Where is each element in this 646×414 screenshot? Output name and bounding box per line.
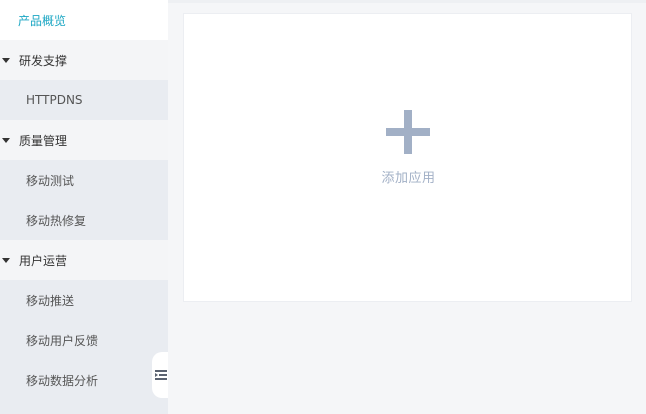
sidebar-item-mobile-hotfix[interactable]: 移动热修复 [0, 200, 168, 240]
sidebar-item-mobile-analytics[interactable]: 移动数据分析 [0, 360, 168, 400]
sidebar-item-label: 移动热修复 [26, 213, 87, 228]
sidebar-item-label: 移动用户反馈 [26, 333, 99, 348]
menu-collapse-icon [155, 370, 167, 380]
main-content: 添加应用 [168, 0, 646, 414]
sidebar-item-label: 移动数据分析 [26, 373, 99, 388]
caret-down-icon [2, 57, 10, 63]
sidebar-item-httpdns[interactable]: HTTPDNS [0, 80, 168, 120]
top-divider [168, 0, 646, 3]
sidebar-item-label: 产品概览 [18, 13, 67, 28]
sidebar-item-product-overview[interactable]: 产品概览 [0, 0, 168, 40]
sidebar: 产品概览 研发支撑 HTTPDNS 质量管理 移动测试 移动热修复 用户运营 移… [0, 0, 168, 414]
sidebar-item-label: 移动推送 [26, 293, 75, 308]
sidebar-item-mobile-testing[interactable]: 移动测试 [0, 160, 168, 200]
plus-icon [386, 110, 430, 154]
sidebar-group-rd-support[interactable]: 研发支撑 [0, 40, 168, 80]
caret-down-icon [2, 137, 10, 143]
sidebar-item-mobile-feedback[interactable]: 移动用户反馈 [0, 320, 168, 360]
sidebar-group-quality-management[interactable]: 质量管理 [0, 120, 168, 160]
sidebar-item-mobile-push[interactable]: 移动推送 [0, 280, 168, 320]
sidebar-group-label: 研发支撑 [19, 53, 68, 68]
sidebar-group-label: 质量管理 [19, 133, 68, 148]
sidebar-item-label: 移动测试 [26, 173, 75, 188]
sidebar-group-user-operations[interactable]: 用户运营 [0, 240, 168, 280]
sidebar-group-label: 用户运营 [19, 253, 68, 268]
sidebar-item-label: HTTPDNS [26, 93, 83, 107]
add-app-label: 添加应用 [381, 171, 436, 186]
add-app-card[interactable]: 添加应用 [183, 13, 632, 302]
caret-down-icon [2, 257, 10, 263]
